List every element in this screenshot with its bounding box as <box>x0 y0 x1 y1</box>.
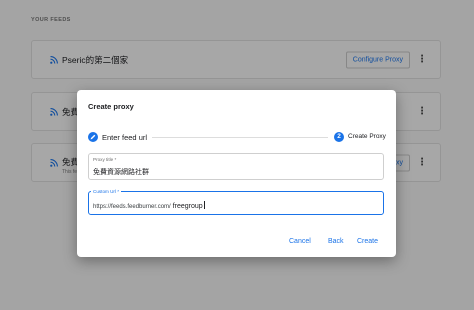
proxy-title-input[interactable]: 免費資源網路社群 <box>93 167 149 177</box>
stepper-connector <box>152 137 328 138</box>
create-proxy-dialog: Create proxy Enter feed url 2 Create Pro… <box>77 90 396 257</box>
proxy-title-label: Proxy title * <box>93 157 117 162</box>
step-1-indicator[interactable] <box>88 132 98 142</box>
step-1-label[interactable]: Enter feed url <box>102 133 147 142</box>
custom-url-value[interactable]: https://feeds.feedburner.com/freegroup <box>93 201 205 210</box>
step-2-indicator: 2 <box>334 132 344 142</box>
create-button[interactable]: Create <box>357 238 378 245</box>
dialog-title: Create proxy <box>88 102 134 111</box>
text-caret <box>203 201 205 209</box>
proxy-title-field[interactable]: Proxy title * 免費資源網路社群 <box>88 153 384 180</box>
step-2-label: Create Proxy <box>348 133 386 140</box>
custom-url-field[interactable]: Custom Url * https://feeds.feedburner.co… <box>88 189 384 215</box>
back-button[interactable]: Back <box>328 238 344 245</box>
custom-url-input[interactable]: freegroup <box>173 203 203 210</box>
custom-url-prefix: https://feeds.feedburner.com/ <box>93 204 171 210</box>
custom-url-label: Custom Url * <box>91 189 122 194</box>
pencil-icon <box>90 134 96 140</box>
cancel-button[interactable]: Cancel <box>289 238 311 245</box>
